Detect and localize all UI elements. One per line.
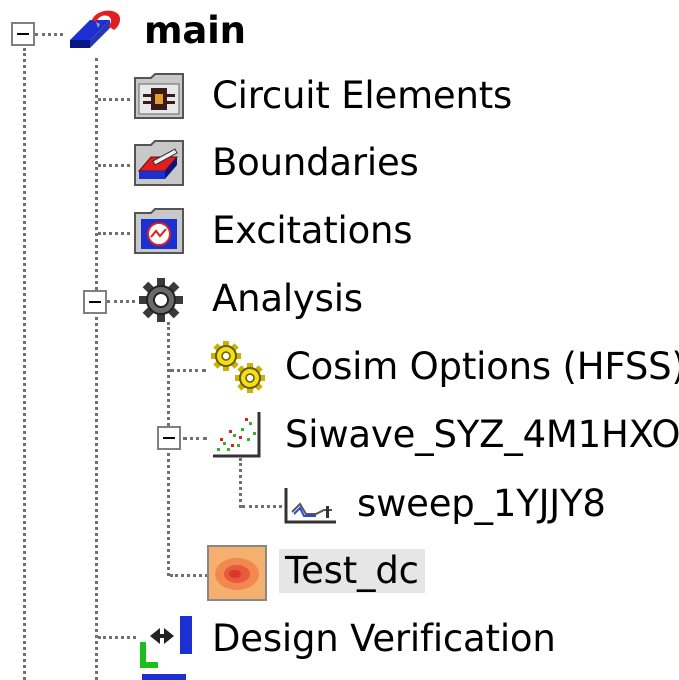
tree-connector xyxy=(107,300,135,303)
tree-connector xyxy=(98,636,136,639)
tree-node-label: Boundaries xyxy=(212,141,419,184)
tree-node-label: Test_dc xyxy=(279,549,425,593)
tree-connector xyxy=(170,369,206,372)
tree-connector xyxy=(95,58,98,680)
tree-connector xyxy=(183,437,207,440)
scatter-plot-icon xyxy=(209,408,265,464)
tree-node-label: main xyxy=(144,9,246,52)
collapse-toggle-siwave[interactable] xyxy=(157,426,181,450)
folder-boundaries-icon xyxy=(131,135,187,191)
design-magnet-icon xyxy=(64,8,124,52)
folder-circuit-icon xyxy=(131,68,187,124)
tree-node-label: Analysis xyxy=(212,277,363,320)
tree-node-label: Cosim Options (HFSS) xyxy=(285,345,679,388)
tree-connector xyxy=(242,505,282,508)
folder-excitations-icon xyxy=(131,203,187,259)
tree-connector xyxy=(98,98,130,101)
tree-connector xyxy=(170,574,208,577)
tree-node-label: sweep_1YJJY8 xyxy=(357,482,606,525)
tree-node-label: Siwave_SYZ_4M1HXO xyxy=(285,413,679,456)
tree-connector xyxy=(239,458,242,508)
tree-connector xyxy=(23,48,26,680)
collapse-toggle-analysis[interactable] xyxy=(83,290,107,314)
gear-icon xyxy=(137,276,185,324)
gears-icon xyxy=(209,339,269,395)
tree-node-label: Design Verification xyxy=(212,617,556,660)
tree-node-label: Circuit Elements xyxy=(212,74,513,117)
sweep-icon xyxy=(282,484,340,528)
dc-plot-icon xyxy=(206,544,268,602)
tree-connector xyxy=(35,33,63,36)
tree-connector xyxy=(98,164,130,167)
collapse-toggle-main[interactable] xyxy=(11,22,35,46)
tree-node-label: Excitations xyxy=(212,209,413,252)
design-verification-icon xyxy=(136,610,196,680)
tree-connector xyxy=(98,232,130,235)
